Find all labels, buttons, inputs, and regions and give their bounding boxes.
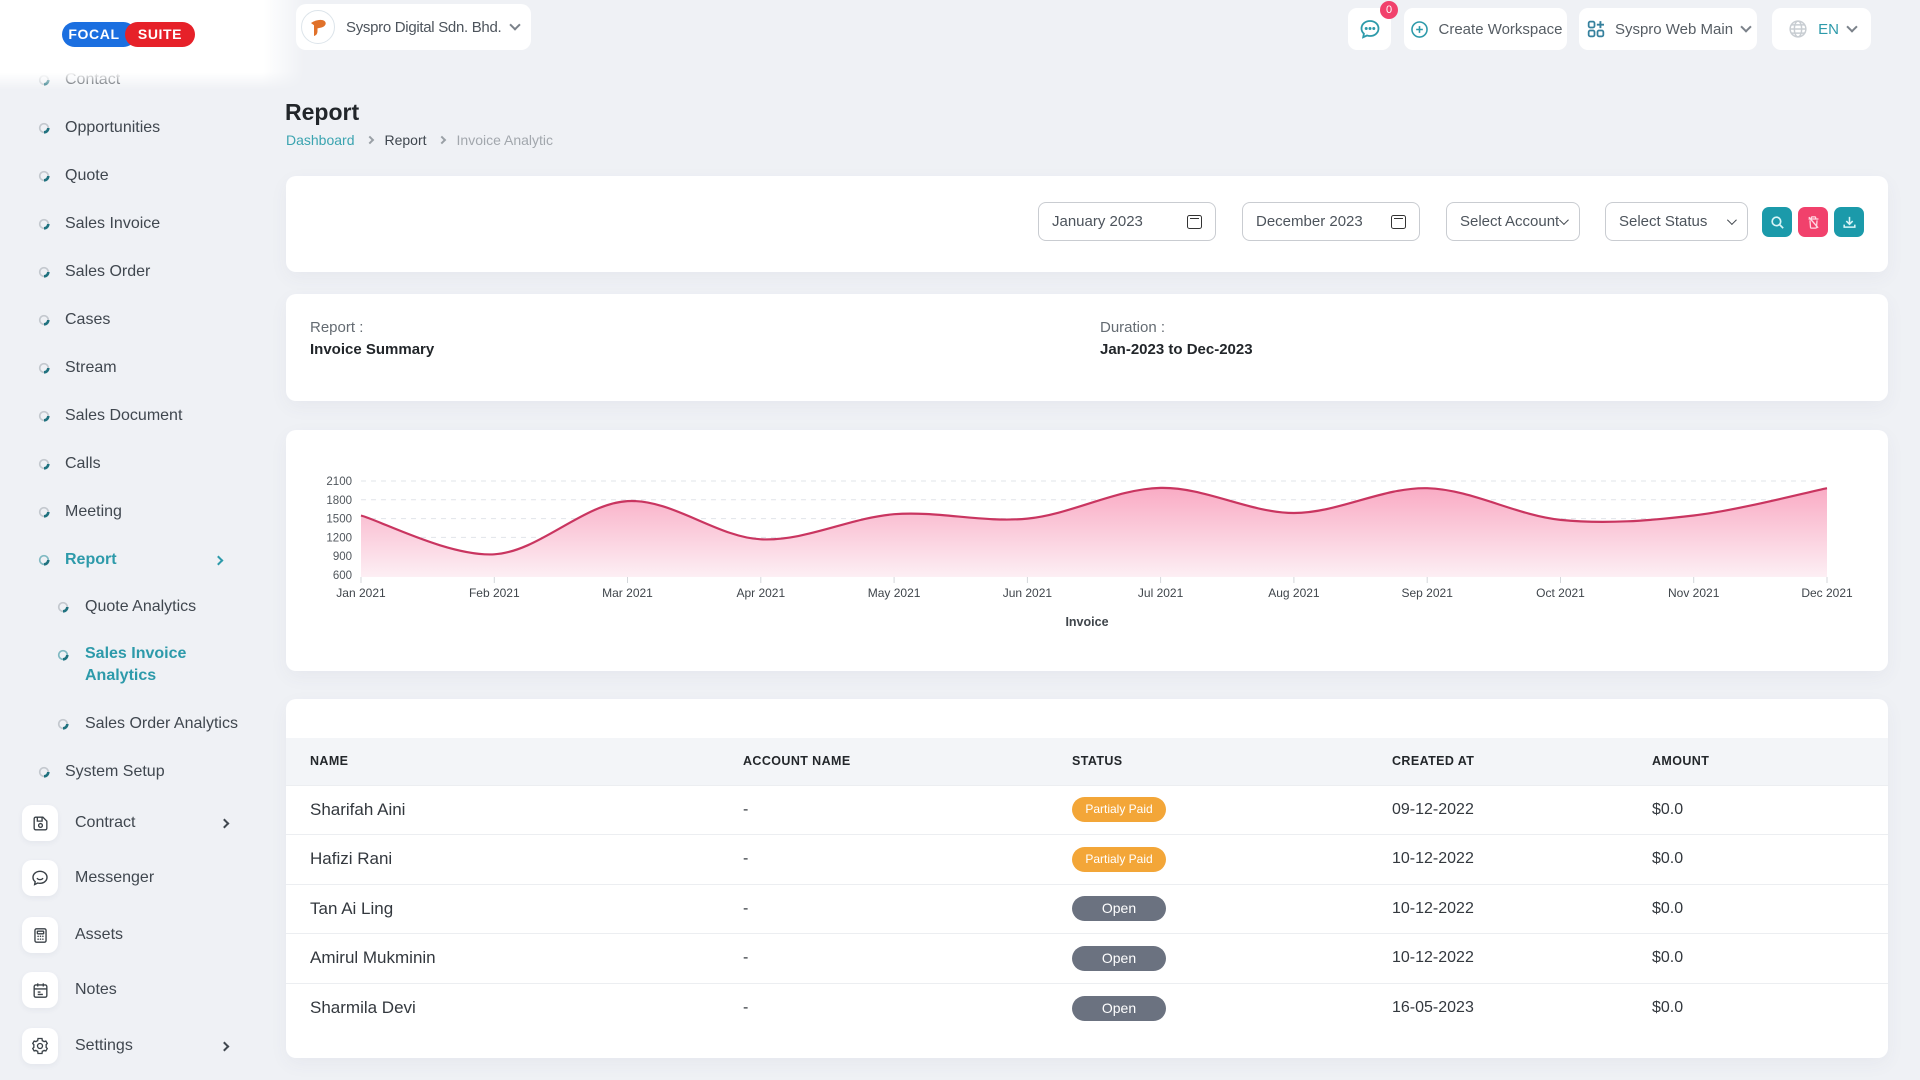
svg-text:1200: 1200 [326, 532, 352, 544]
svg-text:Invoice: Invoice [1065, 615, 1108, 629]
svg-text:Mar 2021: Mar 2021 [602, 586, 653, 600]
svg-text:Dec 2021: Dec 2021 [1801, 586, 1853, 600]
svg-text:Jun 2021: Jun 2021 [1003, 586, 1053, 600]
svg-text:Aug 2021: Aug 2021 [1268, 586, 1320, 600]
svg-text:Oct 2021: Oct 2021 [1536, 586, 1585, 600]
svg-text:2100: 2100 [326, 476, 352, 488]
svg-text:1800: 1800 [326, 495, 352, 507]
svg-text:600: 600 [333, 570, 352, 582]
svg-text:Sep 2021: Sep 2021 [1402, 586, 1454, 600]
svg-text:Feb 2021: Feb 2021 [469, 586, 520, 600]
svg-text:May 2021: May 2021 [868, 586, 921, 600]
svg-text:Jul 2021: Jul 2021 [1138, 586, 1184, 600]
svg-text:Apr 2021: Apr 2021 [736, 586, 785, 600]
svg-text:1500: 1500 [326, 514, 352, 526]
svg-text:Nov 2021: Nov 2021 [1668, 586, 1720, 600]
svg-text:Jan 2021: Jan 2021 [336, 586, 386, 600]
svg-text:900: 900 [333, 551, 352, 563]
